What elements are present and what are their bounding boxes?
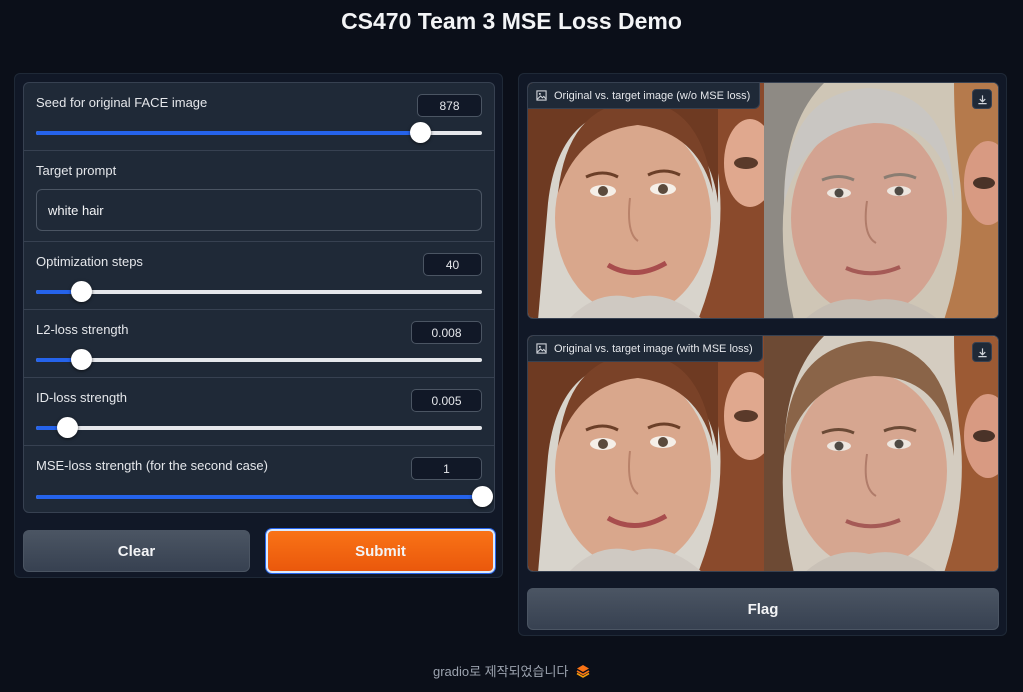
mse-number-input[interactable]: 1 bbox=[411, 457, 482, 480]
output-panel: Original vs. target image (w/o MSE loss) bbox=[518, 73, 1007, 636]
clear-button[interactable]: Clear bbox=[23, 530, 250, 572]
target-face-image bbox=[764, 83, 998, 318]
id-label: ID-loss strength bbox=[36, 390, 128, 405]
prompt-input[interactable]: white hair bbox=[36, 189, 482, 231]
seed-slider-fill bbox=[36, 131, 420, 135]
output-image-1: Original vs. target image (w/o MSE loss) bbox=[527, 82, 999, 319]
original-face-image bbox=[528, 83, 764, 318]
mse-slider-thumb[interactable] bbox=[472, 486, 493, 507]
prompt-label: Target prompt bbox=[36, 163, 117, 178]
original-face-image bbox=[528, 336, 764, 571]
submit-button[interactable]: Submit bbox=[266, 529, 495, 573]
seed-slider[interactable] bbox=[36, 122, 482, 143]
input-panel: Seed for original FACE image 878 Target … bbox=[14, 73, 503, 578]
page-title: CS470 Team 3 MSE Loss Demo bbox=[341, 8, 682, 34]
mse-block: MSE-loss strength (for the second case) … bbox=[24, 446, 494, 512]
gradio-logo-icon bbox=[576, 665, 590, 678]
output-image-2: Original vs. target image (with MSE loss… bbox=[527, 335, 999, 572]
output-image-1-label: Original vs. target image (w/o MSE loss) bbox=[528, 83, 761, 109]
image-icon bbox=[536, 343, 547, 354]
l2-slider[interactable] bbox=[36, 349, 482, 370]
prompt-block: Target prompt white hair bbox=[24, 151, 494, 242]
seed-slider-thumb[interactable] bbox=[409, 122, 431, 143]
footer: gradio로 제작되었습니다 bbox=[0, 661, 1023, 680]
steps-slider[interactable] bbox=[36, 281, 482, 302]
mse-slider[interactable] bbox=[36, 486, 493, 507]
seed-block: Seed for original FACE image 878 bbox=[24, 83, 494, 151]
mse-slider-fill bbox=[36, 495, 482, 499]
image-icon bbox=[536, 90, 547, 101]
seed-label: Seed for original FACE image bbox=[36, 95, 208, 110]
output-image-2-label: Original vs. target image (with MSE loss… bbox=[528, 336, 763, 362]
steps-number-input[interactable]: 40 bbox=[423, 253, 482, 276]
l2-number-input[interactable]: 0.008 bbox=[411, 321, 482, 344]
input-form: Seed for original FACE image 878 Target … bbox=[23, 82, 495, 513]
footer-text[interactable]: gradio로 제작되었습니다 bbox=[433, 664, 568, 679]
target-face-image bbox=[764, 336, 998, 571]
mse-label: MSE-loss strength (for the second case) bbox=[36, 458, 268, 473]
steps-block: Optimization steps 40 bbox=[24, 242, 494, 310]
id-number-input[interactable]: 0.005 bbox=[411, 389, 482, 412]
l2-label: L2-loss strength bbox=[36, 322, 129, 337]
l2-slider-thumb[interactable] bbox=[70, 349, 92, 370]
steps-slider-thumb[interactable] bbox=[70, 281, 92, 302]
output-image-1-label-text: Original vs. target image (w/o MSE loss) bbox=[554, 89, 751, 102]
flag-button[interactable]: Flag bbox=[527, 588, 999, 630]
id-block: ID-loss strength 0.005 bbox=[24, 378, 494, 446]
id-slider-thumb[interactable] bbox=[57, 417, 79, 438]
download-icon bbox=[977, 347, 987, 357]
l2-block: L2-loss strength 0.008 bbox=[24, 310, 494, 378]
download-icon bbox=[977, 94, 987, 104]
seed-number-input[interactable]: 878 bbox=[417, 94, 482, 117]
output-image-2-label-text: Original vs. target image (with MSE loss… bbox=[554, 342, 753, 355]
download-button-1[interactable] bbox=[972, 89, 992, 109]
download-button-2[interactable] bbox=[972, 342, 992, 362]
id-slider[interactable] bbox=[36, 417, 482, 438]
steps-label: Optimization steps bbox=[36, 254, 143, 269]
